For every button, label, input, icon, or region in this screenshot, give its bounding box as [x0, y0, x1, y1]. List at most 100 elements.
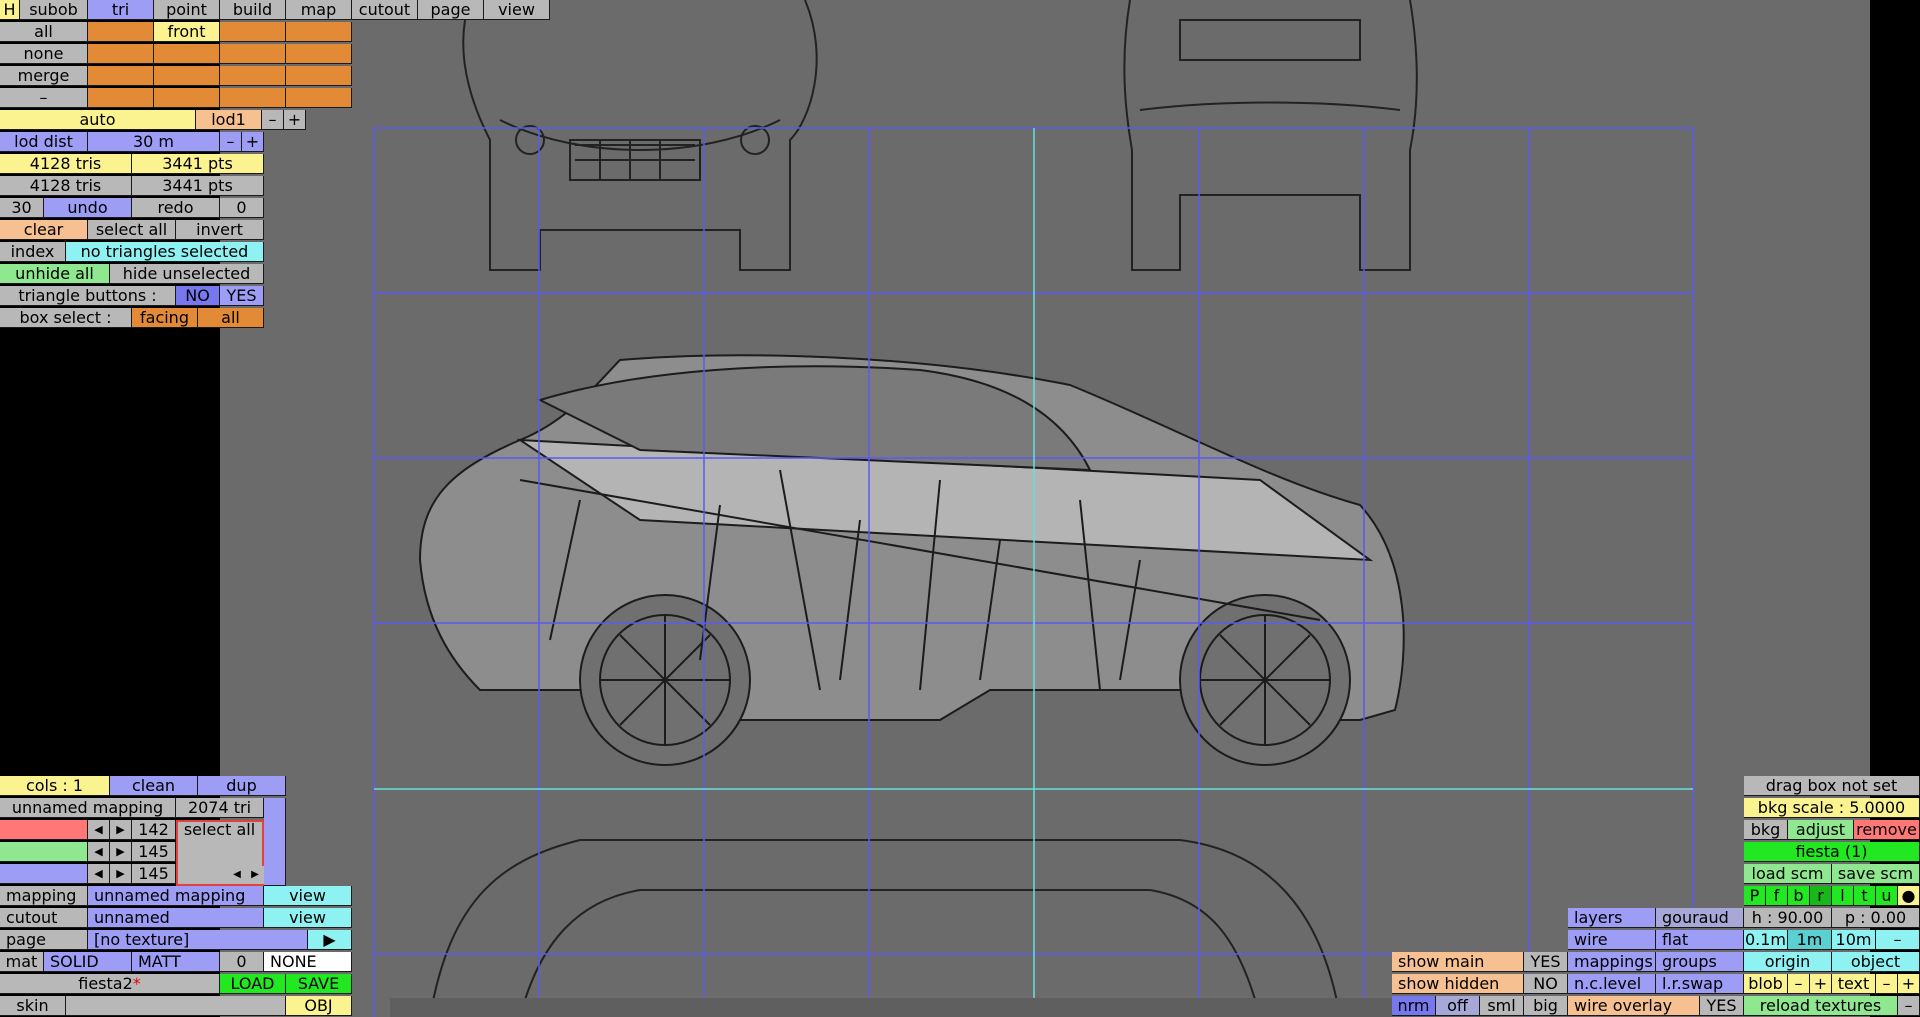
step-1m[interactable]: 1m [1788, 930, 1832, 950]
model-name[interactable]: fiesta (1) [1744, 842, 1920, 862]
tab-point[interactable]: point [154, 0, 220, 20]
group-slot[interactable] [88, 22, 154, 42]
merge-button[interactable]: merge [0, 66, 88, 86]
lod-plus-button[interactable]: + [284, 110, 306, 130]
wire-overlay-yes[interactable]: YES [1700, 996, 1744, 1016]
reload-minus[interactable]: – [1898, 996, 1920, 1016]
redo-button[interactable]: redo [132, 198, 220, 218]
clear-button[interactable]: clear [0, 220, 88, 240]
gouraud-button[interactable]: gouraud [1656, 908, 1744, 928]
view-top-button[interactable]: t [1854, 886, 1876, 906]
wire-overlay-button[interactable]: wire overlay [1568, 996, 1700, 1016]
green-channel-swatch[interactable] [0, 842, 88, 862]
invert-button[interactable]: invert [176, 220, 264, 240]
group-slot[interactable] [286, 22, 352, 42]
layers-button[interactable]: layers [1568, 908, 1656, 928]
step-minus[interactable]: – [1876, 930, 1920, 950]
adjust-button[interactable]: adjust [1788, 820, 1854, 840]
group-slot[interactable] [154, 88, 220, 108]
blob-button[interactable]: blob [1744, 974, 1788, 994]
green-decrement-icon[interactable]: ◀ [88, 842, 110, 862]
group-slot[interactable] [286, 88, 352, 108]
page-value[interactable]: [no texture] [88, 930, 308, 950]
cols-button[interactable]: cols : 1 [0, 776, 110, 796]
flat-button[interactable]: flat [1656, 930, 1744, 950]
index-button[interactable]: index [0, 242, 66, 262]
nc-level-button[interactable]: n.c.level [1568, 974, 1656, 994]
group-slot[interactable] [88, 44, 154, 64]
lod-dist-plus[interactable]: + [242, 132, 264, 152]
tab-page[interactable]: page [418, 0, 484, 20]
red-increment-icon[interactable]: ▶ [110, 820, 132, 840]
mat-solid-button[interactable]: SOLID [44, 952, 132, 972]
tab-view[interactable]: view [484, 0, 550, 20]
triangle-buttons-yes[interactable]: YES [220, 286, 264, 306]
page-play-icon[interactable]: ▶ [308, 930, 352, 950]
blue-decrement-icon[interactable]: ◀ [88, 864, 110, 884]
group-slot-front[interactable]: front [154, 22, 220, 42]
red-decrement-icon[interactable]: ◀ [88, 820, 110, 840]
triangle-buttons-no[interactable]: NO [176, 286, 220, 306]
mat-none[interactable]: NONE [264, 952, 352, 972]
blob-plus[interactable]: + [1810, 974, 1832, 994]
swatch-prev-icon[interactable]: ◀ [228, 866, 246, 884]
remove-button[interactable]: remove [1854, 820, 1920, 840]
cutout-value[interactable]: unnamed [88, 908, 264, 928]
save-button[interactable]: SAVE [286, 974, 352, 994]
mapping-view-button[interactable]: view [264, 886, 352, 906]
blue-increment-icon[interactable]: ▶ [110, 864, 132, 884]
blueprint-canvas[interactable] [220, 0, 1870, 1017]
group-slot[interactable] [220, 88, 286, 108]
unhide-all-button[interactable]: unhide all [0, 264, 110, 284]
filename-field[interactable]: fiesta2* [0, 974, 220, 994]
view-back-button[interactable]: b [1788, 886, 1810, 906]
lod-dist-minus[interactable]: – [220, 132, 242, 152]
red-channel-swatch[interactable] [0, 820, 88, 840]
mapping-name[interactable]: unnamed mapping [0, 798, 176, 818]
clean-button[interactable]: clean [110, 776, 198, 796]
blue-channel-swatch[interactable] [0, 864, 88, 884]
text-button[interactable]: text [1832, 974, 1876, 994]
hide-unselected-button[interactable]: hide unselected [110, 264, 264, 284]
swatch-next-icon[interactable]: ▶ [246, 866, 264, 884]
mapping-value[interactable]: unnamed mapping [88, 886, 264, 906]
skin-field[interactable] [66, 996, 286, 1016]
tab-tri[interactable]: tri [88, 0, 154, 20]
green-increment-icon[interactable]: ▶ [110, 842, 132, 862]
groups-button[interactable]: groups [1656, 952, 1744, 972]
view-front-button[interactable]: f [1766, 886, 1788, 906]
show-main-button[interactable]: show main [1392, 952, 1524, 972]
show-hidden-value[interactable]: NO [1524, 974, 1568, 994]
view-dot-icon[interactable]: ● [1898, 886, 1920, 906]
reload-textures-button[interactable]: reload textures [1744, 996, 1898, 1016]
dup-button[interactable]: dup [198, 776, 286, 796]
view-right-button[interactable]: r [1810, 886, 1832, 906]
group-slot[interactable] [286, 44, 352, 64]
bkg-scale[interactable]: bkg scale : 5.0000 [1744, 798, 1920, 818]
group-slot[interactable] [286, 66, 352, 86]
mat-matt-button[interactable]: MATT [132, 952, 220, 972]
normals-small-button[interactable]: sml [1480, 996, 1524, 1016]
mapping-scrollbar[interactable] [264, 798, 286, 886]
group-slot[interactable] [154, 44, 220, 64]
select-none-button[interactable]: none [0, 44, 88, 64]
dash-button[interactable]: – [0, 88, 88, 108]
select-all-tris-button[interactable]: select all [88, 220, 176, 240]
group-slot[interactable] [154, 66, 220, 86]
view-under-button[interactable]: u [1876, 886, 1898, 906]
heading-value[interactable]: h : 90.00 [1744, 908, 1832, 928]
normals-button[interactable]: nrm [1392, 996, 1436, 1016]
normals-big-button[interactable]: big [1524, 996, 1568, 1016]
load-button[interactable]: LOAD [220, 974, 286, 994]
step-10m[interactable]: 10m [1832, 930, 1876, 950]
box-select-all[interactable]: all [198, 308, 264, 328]
lod-minus-button[interactable]: – [262, 110, 284, 130]
mappings-button[interactable]: mappings [1568, 952, 1656, 972]
tab-h[interactable]: H [0, 0, 20, 20]
show-hidden-button[interactable]: show hidden [1392, 974, 1524, 994]
lod-level[interactable]: lod1 [196, 110, 262, 130]
group-slot[interactable] [88, 88, 154, 108]
view-perspective-button[interactable]: P [1744, 886, 1766, 906]
undo-button[interactable]: undo [44, 198, 132, 218]
lod-dist-value[interactable]: 30 m [88, 132, 220, 152]
